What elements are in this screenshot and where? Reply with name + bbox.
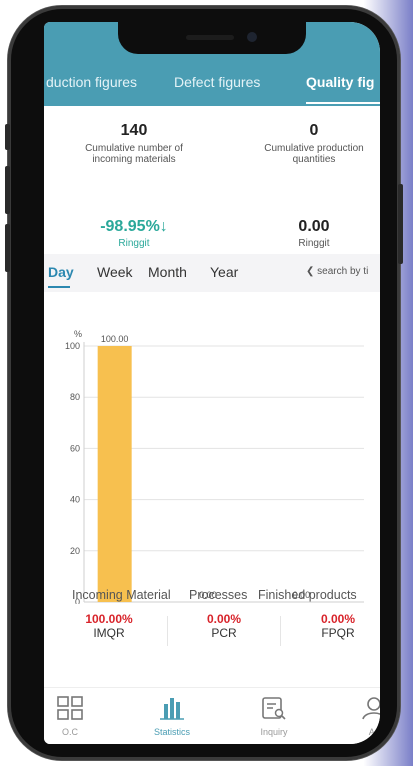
- camera: [247, 32, 257, 42]
- tab-defect-figures[interactable]: Defect figures: [174, 74, 260, 90]
- speaker: [186, 35, 234, 40]
- category-processes: Processes: [189, 588, 248, 602]
- nav-oc[interactable]: O.C: [44, 696, 100, 737]
- bottom-navigation: O.C Statistics Inquiry Ac: [44, 687, 380, 744]
- y-tick-label: 60: [70, 443, 80, 453]
- bar: [97, 346, 132, 602]
- chevron-left-icon: ❮: [306, 266, 318, 277]
- bar-chart-icon: [160, 698, 184, 720]
- nav-statistics-label: Statistics: [153, 727, 190, 737]
- nav-inquiry[interactable]: Inquiry: [244, 696, 304, 737]
- period-year[interactable]: Year: [210, 264, 238, 280]
- imqr-label: IMQR: [93, 626, 125, 640]
- search-by-time[interactable]: ❮ search by ti: [306, 266, 368, 277]
- bar-value-label: 100.00: [101, 334, 129, 344]
- period-day[interactable]: Day: [48, 264, 74, 280]
- quality-bar-chart: %020406080100100.000.00 0.00: [65, 329, 364, 604]
- quality-ratios: 100.00% IMQR 0.00% PCR 0.00% FPQR: [44, 612, 380, 652]
- summary-panel: 140 Cumulative number of incoming materi…: [44, 106, 380, 278]
- user-icon: [362, 697, 380, 720]
- change-stat: -98.95%↓ Ringgit: [64, 218, 204, 249]
- category-finished-products: Finished products: [258, 588, 357, 602]
- nav-inquiry-label: Inquiry: [260, 727, 288, 737]
- y-tick-label: 80: [70, 392, 80, 402]
- y-axis-unit: %: [74, 329, 82, 339]
- period-month[interactable]: Month: [148, 264, 187, 280]
- amount-stat: 0.00 Ringgit: [244, 218, 380, 249]
- divider: [280, 616, 281, 646]
- app-screen: duction figures Defect figures Quality f…: [44, 22, 380, 744]
- notch: [118, 22, 306, 54]
- down-arrow-icon: ↓: [159, 218, 168, 235]
- change-percentage: -98.95%↓: [100, 218, 168, 235]
- period-selector: Day Week Month Year ❮ search by ti: [44, 254, 380, 292]
- production-quantities-stat: 0 Cumulative production quantities: [244, 122, 380, 165]
- incoming-materials-stat: 140 Cumulative number of incoming materi…: [64, 122, 204, 165]
- incoming-count: 140: [120, 122, 148, 139]
- nav-account[interactable]: Ac: [344, 696, 380, 737]
- incoming-label: Cumulative number of incoming materials: [85, 143, 183, 165]
- y-tick-label: 40: [70, 495, 80, 505]
- figure-tabs: duction figures Defect figures Quality f…: [44, 68, 380, 106]
- imqr-value: 100.00%: [85, 612, 133, 626]
- amount-unit: Ringgit: [298, 238, 330, 249]
- category-incoming-material: Incoming Material: [72, 588, 171, 602]
- fpqr-value: 0.00%: [320, 612, 356, 626]
- tab-quality-figures[interactable]: Quality fig: [306, 74, 374, 90]
- grid-icon: [57, 696, 83, 720]
- amount-value: 0.00: [298, 218, 330, 235]
- nav-oc-label: O.C: [61, 727, 78, 737]
- production-label: Cumulative production quantities: [264, 143, 364, 165]
- ratio-fpqr: 0.00% FPQR: [288, 612, 380, 640]
- production-count: 0: [309, 122, 319, 139]
- fpqr-label: FPQR: [321, 626, 355, 640]
- pcr-label: PCR: [211, 626, 237, 640]
- ratio-pcr: 0.00% PCR: [174, 612, 274, 640]
- period-week[interactable]: Week: [97, 264, 133, 280]
- divider: [167, 616, 168, 646]
- document-search-icon: [262, 697, 286, 720]
- ratio-imqr: 100.00% IMQR: [59, 612, 159, 640]
- active-tab-indicator: [306, 102, 380, 104]
- nav-account-label: Ac: [368, 727, 380, 737]
- change-unit: Ringgit: [118, 238, 150, 249]
- period-active-indicator: [48, 286, 70, 288]
- y-tick-label: 100: [65, 341, 80, 351]
- tab-production-figures[interactable]: duction figures: [46, 74, 137, 90]
- y-tick-label: 20: [70, 546, 80, 556]
- pcr-value: 0.00%: [206, 612, 242, 626]
- nav-statistics[interactable]: Statistics: [142, 696, 202, 737]
